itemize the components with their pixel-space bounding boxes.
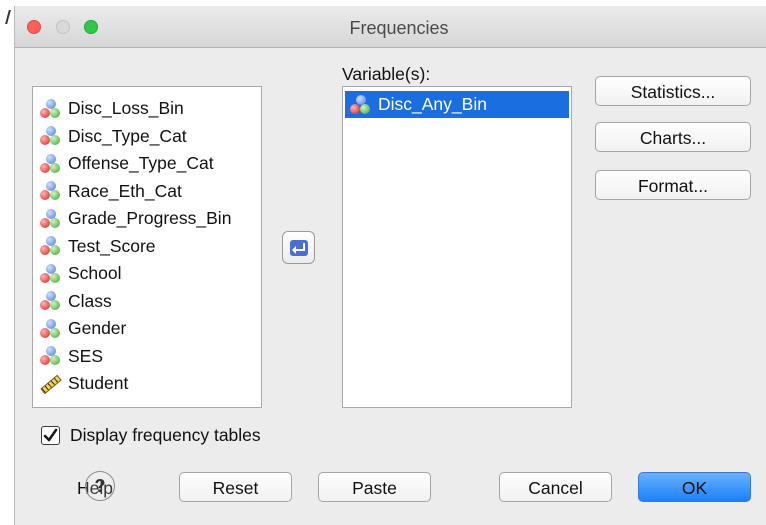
list-item[interactable]: Test_Score — [33, 233, 261, 261]
statistics-button[interactable]: Statistics... — [595, 76, 751, 106]
checkbox-label: Display frequency tables — [70, 425, 261, 445]
nominal-variable-icon — [39, 153, 63, 175]
paste-button[interactable]: Paste — [318, 472, 431, 502]
window-title: Frequencies — [349, 18, 449, 38]
variable-label: Gender — [68, 318, 127, 339]
list-item[interactable]: Offense_Type_Cat — [33, 150, 261, 178]
reset-button[interactable]: Reset — [179, 472, 292, 502]
ok-button[interactable]: OK — [638, 472, 751, 502]
scale-ruler-icon — [39, 373, 62, 395]
source-variable-list[interactable]: Disc_Loss_Bin Disc_Type_Cat Offense_Type… — [32, 86, 262, 408]
variable-label: Race_Eth_Cat — [68, 180, 182, 201]
variable-label: Offense_Type_Cat — [68, 153, 214, 174]
nominal-variable-icon — [39, 98, 63, 120]
variable-label: Disc_Type_Cat — [68, 125, 187, 146]
nominal-variable-icon — [39, 290, 63, 312]
variable-label: Test_Score — [68, 235, 156, 256]
checkmark-icon — [43, 428, 58, 442]
format-button[interactable]: Format... — [595, 170, 751, 200]
variable-label: School — [68, 263, 122, 284]
list-item[interactable]: School — [33, 260, 261, 288]
display-frequency-tables-option[interactable]: Display frequency tables — [41, 425, 261, 446]
nominal-variable-icon — [39, 263, 63, 285]
nominal-variable-icon — [39, 180, 63, 202]
nominal-variable-icon — [39, 345, 63, 367]
variable-label: Class — [68, 290, 112, 311]
list-item[interactable]: Student — [33, 370, 261, 398]
display-frequency-tables-checkbox[interactable] — [41, 426, 60, 445]
cancel-button[interactable]: Cancel — [499, 472, 612, 502]
variable-label: Disc_Any_Bin — [378, 94, 487, 114]
arrow-left-return-icon — [289, 239, 308, 256]
variable-label: Grade_Progress_Bin — [68, 208, 232, 229]
variable-label: SES — [68, 345, 104, 366]
list-item[interactable]: Disc_Type_Cat — [33, 123, 261, 151]
charts-button[interactable]: Charts... — [595, 122, 751, 152]
edge-marker — [5, 10, 11, 24]
list-item[interactable]: Race_Eth_Cat — [33, 178, 261, 206]
frequencies-dialog: Frequencies Disc_Loss_Bin Disc_Type_Cat … — [14, 6, 766, 525]
nominal-variable-icon — [39, 208, 63, 230]
list-item[interactable]: SES — [33, 343, 261, 371]
list-item[interactable]: Class — [33, 288, 261, 316]
move-variable-button[interactable] — [282, 231, 315, 264]
help-question-icon[interactable]: ? — [85, 471, 115, 501]
list-item[interactable]: Grade_Progress_Bin — [33, 205, 261, 233]
list-item[interactable]: Disc_Loss_Bin — [33, 95, 261, 123]
nominal-variable-icon — [39, 318, 63, 340]
nominal-variable-icon — [349, 94, 373, 116]
list-item-selected[interactable]: Disc_Any_Bin — [345, 91, 569, 118]
nominal-variable-icon — [39, 125, 63, 147]
variable-label: Disc_Loss_Bin — [68, 98, 184, 119]
title-bar: Frequencies — [15, 6, 766, 48]
variable-label: Student — [68, 373, 129, 394]
list-item[interactable]: Gender — [33, 315, 261, 343]
target-variable-list[interactable]: Disc_Any_Bin — [342, 86, 572, 408]
variables-label: Variable(s): — [342, 64, 431, 84]
nominal-variable-icon — [39, 235, 63, 257]
